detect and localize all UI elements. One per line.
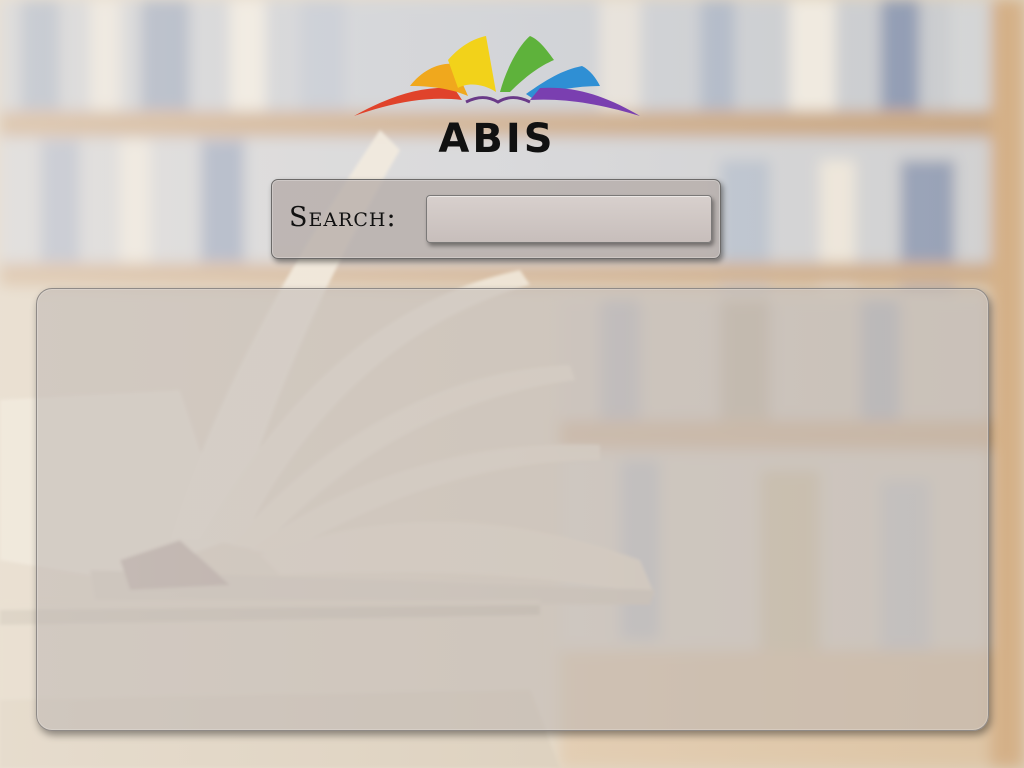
- search-input[interactable]: [426, 195, 712, 243]
- logo-text: ABIS: [438, 116, 556, 162]
- app-logo: ABIS: [350, 30, 644, 162]
- search-panel: Search:: [271, 179, 721, 259]
- search-label: Search:: [289, 202, 397, 233]
- results-panel: [36, 288, 989, 731]
- open-book-logo-icon: [354, 36, 640, 116]
